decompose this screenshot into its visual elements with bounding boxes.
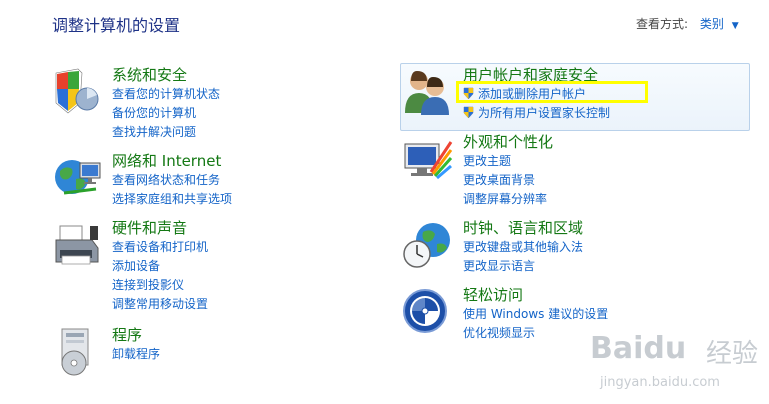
link-change-display-language[interactable]: 更改显示语言 [463,257,583,276]
shield-chart-icon[interactable] [52,67,102,117]
view-by-dropdown[interactable]: 类别 [700,17,724,31]
link-view-computer-status[interactable]: 查看您的计算机状态 [112,85,220,104]
watermark-cn: 经验 [706,339,759,369]
link-change-theme[interactable]: 更改主题 [463,152,553,171]
globe-network-icon[interactable] [52,153,102,203]
link-mobility-settings[interactable]: 调整常用移动设置 [112,295,208,314]
category-title-appearance[interactable]: 外观和个性化 [463,132,553,152]
link-screen-resolution[interactable]: 调整屏幕分辨率 [463,190,553,209]
annotation-highlight-box [456,81,648,103]
link-connect-projector[interactable]: 连接到投影仪 [112,276,208,295]
category-title-network-internet[interactable]: 网络和 Internet [112,151,232,171]
monitor-palette-icon[interactable] [403,134,453,184]
category-title-clock-language[interactable]: 时钟、语言和区域 [463,218,583,238]
users-icon[interactable] [403,67,453,117]
link-network-status[interactable]: 查看网络状态和任务 [112,171,232,190]
link-backup-computer[interactable]: 备份您的计算机 [112,104,220,123]
baidu-watermark: Baidu 经验 jingyan.baidu.com [590,325,760,400]
watermark-url: jingyan.baidu.com [600,375,720,390]
page-title: 调整计算机的设置 [52,16,181,35]
category-title-hardware-sound[interactable]: 硬件和声音 [112,218,208,238]
link-uninstall-program[interactable]: 卸载程序 [112,345,160,364]
category-title-ease-of-access[interactable]: 轻松访问 [463,285,608,305]
link-devices-printers[interactable]: 查看设备和打印机 [112,238,208,257]
link-parental-controls[interactable]: 为所有用户设置家长控制 [463,104,610,123]
view-by: 查看方式: 类别 ▼ [636,15,739,32]
link-label: 为所有用户设置家长控制 [478,106,611,120]
link-add-device[interactable]: 添加设备 [112,257,208,276]
view-by-label: 查看方式: [636,17,689,31]
link-troubleshoot[interactable]: 查找并解决问题 [112,123,220,142]
link-desktop-background[interactable]: 更改桌面背景 [463,171,553,190]
link-homegroup-sharing[interactable]: 选择家庭组和共享选项 [112,190,232,209]
ease-of-access-icon[interactable] [403,287,453,337]
uac-shield-icon [463,106,474,119]
link-windows-suggested-settings[interactable]: 使用 Windows 建议的设置 [463,305,608,324]
programs-disc-icon[interactable] [52,327,102,377]
category-title-programs[interactable]: 程序 [112,325,160,345]
link-change-keyboard-input[interactable]: 更改键盘或其他输入法 [463,238,583,257]
chevron-down-icon[interactable]: ▼ [732,21,739,31]
watermark-brand: Baidu [590,331,687,366]
link-optimize-visual-display[interactable]: 优化视频显示 [463,324,608,343]
printer-icon[interactable] [52,220,102,270]
category-title-system-security[interactable]: 系统和安全 [112,65,220,85]
globe-clock-icon[interactable] [403,220,453,270]
